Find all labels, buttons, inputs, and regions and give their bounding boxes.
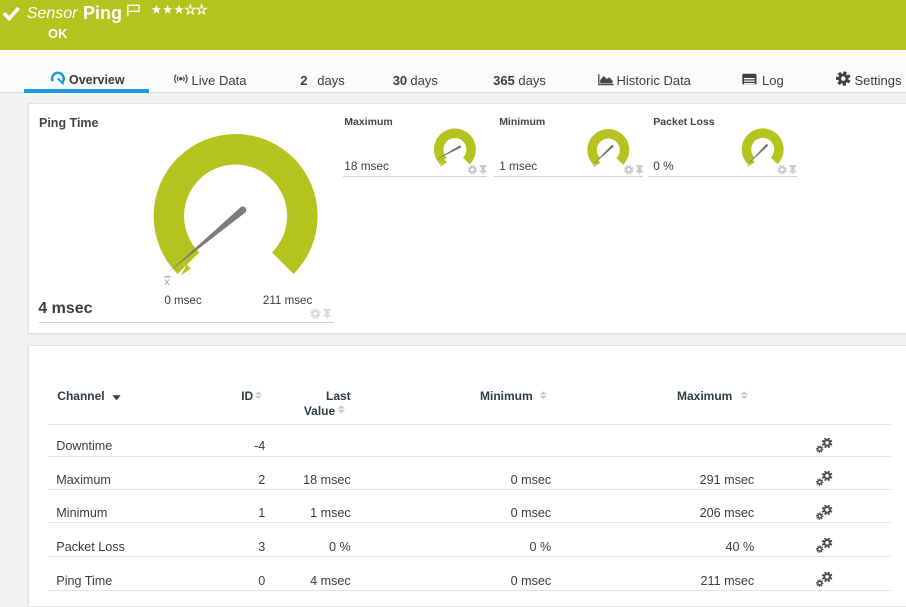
svg-text:x: x [164, 276, 170, 288]
